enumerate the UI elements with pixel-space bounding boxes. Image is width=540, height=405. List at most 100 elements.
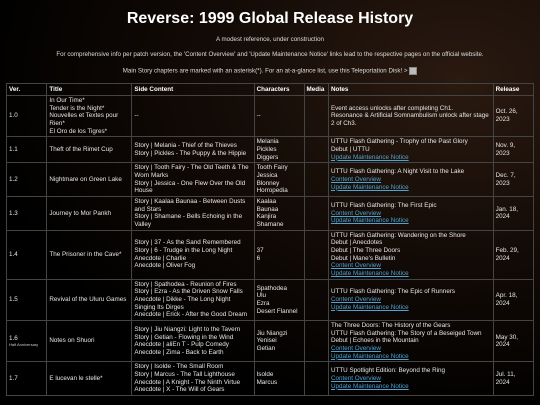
character-name: Melania — [256, 138, 279, 146]
update-maintenance-link[interactable]: Update Maintenance Notice — [331, 184, 491, 192]
character-name: Baunaa — [256, 205, 279, 213]
note-line: Event access unlocks after completing Ch… — [330, 104, 454, 112]
character-name: 37 — [256, 247, 264, 255]
title-line: In Our Time* — [49, 96, 85, 104]
update-maintenance-link[interactable]: Update Maintenance Notice — [331, 353, 491, 361]
version-label: 1.2 — [9, 175, 18, 183]
side-content-line: Story | 37 - As the Sand Remembered — [134, 239, 241, 247]
title-line: Revival of the Uluru Games — [49, 296, 127, 304]
note-line: Debut | UTTU — [330, 145, 370, 153]
character-name: Isolde — [256, 371, 274, 379]
table-row: 1.7 E lucevan le stelle* Story | Isolde - … — [5, 361, 535, 397]
character-name: Diggers — [256, 153, 279, 161]
side-content-line: Story | Tooth Fairy - The Old Teeth & Th… — [134, 164, 249, 179]
floppy-disk-icon[interactable] — [409, 66, 418, 75]
content-overview-link[interactable]: Content Overview — [331, 375, 491, 383]
cell-characters: Melania Pickles Diggers — [253, 136, 305, 164]
note-line: Debut | Echoes in the Mountain — [330, 337, 419, 345]
page: Reverse: 1999 Global Release History A m… — [0, 0, 540, 397]
character-name: Horropedia — [256, 187, 288, 195]
update-maintenance-link[interactable]: Update Maintenance Notice — [331, 304, 491, 312]
cell-side-content: Story | 37 - As the Sand Remembered Story… — [131, 229, 255, 280]
character-name: Kaalaa — [256, 198, 277, 206]
info-note: For comprehensive info per patch version… — [56, 51, 484, 59]
note-line: Debut | The Three Doors — [330, 247, 401, 255]
side-content-line: Anecdote | X - The Will of Gears — [134, 386, 225, 394]
version-label: 1.5 — [9, 296, 18, 304]
update-maintenance-link[interactable]: Update Maintenance Notice — [331, 217, 491, 225]
cell-media — [303, 136, 329, 164]
cell-media — [303, 162, 329, 198]
character-name: Shamane — [256, 221, 284, 229]
title-line: The Prisoner in the Cave* — [49, 250, 122, 258]
cell-release: Apr. 18, 2024 — [492, 278, 535, 322]
cell-title: In Our Time* Tender is the Night* Nouvelle… — [46, 94, 133, 138]
character-name: Marcus — [256, 378, 278, 386]
side-content-line: Anecdote | Charlie — [134, 254, 187, 262]
cell-side-content: Story | Jiu Niangzi: Light to the Tavern… — [131, 320, 255, 363]
side-content-line: Anecdote | Dikke - The Long Night Singin… — [134, 296, 231, 311]
cell-side-content: Story | Kaalaa Baunaa - Between Dusts an… — [131, 196, 255, 231]
release-date-line: 2024 — [495, 341, 510, 349]
cell-notes: UTTU Flash Gathering - Trophy of the Pas… — [327, 136, 494, 164]
page-title: Reverse: 1999 Global Release History — [126, 10, 414, 27]
side-content-line: Story | 6 - Trudge in the Long Night — [134, 247, 233, 255]
title-line: Tender is the Night* — [49, 104, 105, 112]
note-line: UTTU Spotlight Edition: Beyond the Ring — [330, 367, 446, 375]
cell-version: 1.1 — [5, 136, 48, 164]
note-line: UTTU Flash Gathering: The Story of a Bes… — [330, 329, 482, 337]
cell-notes: UTTU Flash Gathering: A Night Visit to t… — [327, 162, 494, 198]
cell-version: 1.4 — [5, 229, 48, 280]
teleport-note: Main Story chapters are marked with an a… — [6, 66, 534, 75]
character-name: -- — [256, 112, 261, 120]
header-notes: Notes — [327, 82, 494, 96]
release-date-line: 2024 — [495, 254, 510, 262]
content-overview-link[interactable]: Content Overview — [331, 345, 491, 353]
header-release: Release — [492, 82, 535, 96]
teleport-text: Main Story chapters are marked with an a… — [122, 67, 408, 75]
cell-notes: UTTU Flash Gathering: The Epic of Runner… — [327, 278, 494, 322]
cell-title: Theft of the Rimet Cup — [46, 136, 133, 164]
content-overview-link[interactable]: Content Overview — [331, 262, 491, 270]
side-content-line: Story | Shamane - Bells Echoing in the V… — [134, 213, 243, 229]
cell-characters: Spathodea Ulu Ezra Desert Flannel — [253, 278, 305, 322]
release-date-line: May 30, — [495, 333, 519, 341]
update-maintenance-link[interactable]: Update Maintenance Notice — [331, 270, 491, 278]
character-name: Spathodea — [256, 284, 288, 292]
character-name: 6 — [256, 254, 261, 262]
version-label: 1.0 — [9, 112, 18, 120]
release-date-line: 2023 — [495, 116, 510, 124]
character-name: Yenisei — [256, 337, 277, 345]
release-date-line: Jan. 18, — [495, 205, 519, 213]
cell-release: Jan. 18, 2024 — [492, 196, 535, 231]
note-line: Resonance & Artificial Somnambulism unlo… — [330, 112, 489, 127]
version-label: 1.3 — [9, 209, 18, 217]
cell-release: Jul. 11, 2024 — [492, 361, 535, 397]
note-line: UTTU Flash Gathering: The First Epic — [330, 201, 437, 209]
cell-media — [303, 196, 329, 231]
content-overview-link[interactable]: Content Overview — [331, 296, 491, 304]
side-content-line: -- — [134, 112, 139, 120]
content-overview-link[interactable]: Content Overview — [331, 176, 491, 184]
cell-notes: UTTU Flash Gathering: Wandering on the S… — [327, 229, 494, 280]
character-name: Tooth Fairy — [256, 164, 288, 172]
cell-title: Notes on Shuori — [46, 320, 133, 363]
side-content-line: Anecdote | Zima - Back to Earth — [134, 348, 224, 356]
side-content-line: Anecdote | aliEn T - Pulp Comedy — [134, 341, 229, 349]
cell-characters: Kaalaa Baunaa Kanjira Shamane — [253, 196, 305, 231]
update-maintenance-link[interactable]: Update Maintenance Notice — [331, 154, 491, 162]
note-line: UTTU Flash Gathering: The Epic of Runner… — [330, 288, 456, 296]
table-row: 1.4 The Prisoner in the Cave* Story | 37 -… — [5, 229, 535, 280]
side-content-line: Anecdote | Erick - After the Good Dream — [134, 311, 247, 319]
update-maintenance-link[interactable]: Update Maintenance Notice — [331, 383, 491, 391]
cell-characters: Isolde Marcus — [253, 361, 305, 397]
side-content-line: Story | Pickles - The Puppy & the Hippie — [134, 149, 247, 157]
release-date-line: Feb. 29, — [495, 247, 519, 255]
cell-version: 1.0 — [5, 94, 48, 138]
table-row: 1.2 Nightmare on Green Lake Story | Tooth … — [5, 162, 535, 198]
content-overview-link[interactable]: Content Overview — [331, 210, 491, 218]
side-content-line: Story | Isolde - The Small Room — [134, 363, 224, 371]
table-body: 1.0 In Our Time* Tender is the Night* Nouve… — [5, 94, 535, 397]
cell-characters: -- — [253, 94, 305, 138]
release-table: Ver. Title Side Content Characters Media… — [5, 82, 535, 397]
